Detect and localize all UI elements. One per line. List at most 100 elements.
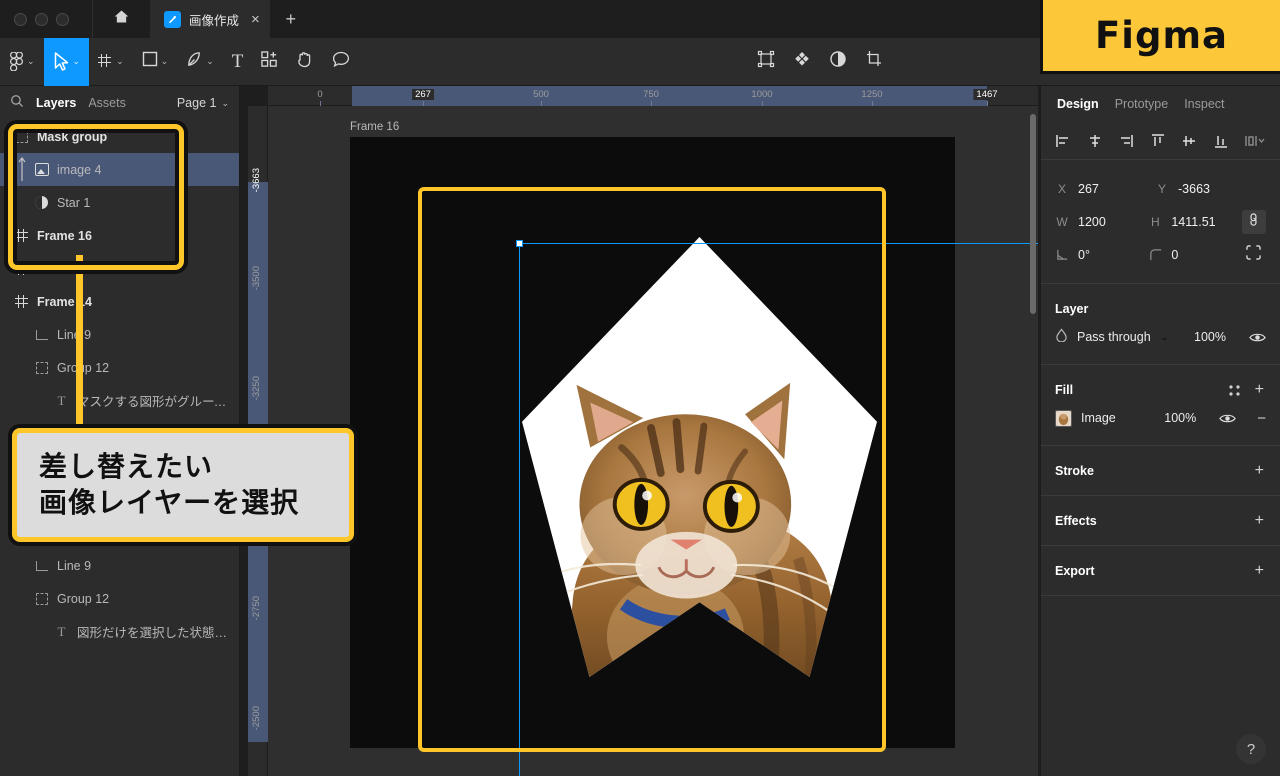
- layer-row[interactable]: T マスクする図形がグループ…: [0, 384, 239, 417]
- blend-mode-value[interactable]: Pass through: [1077, 330, 1151, 344]
- frame-tool-button[interactable]: ⌄: [89, 38, 133, 86]
- image-icon: [34, 162, 49, 177]
- home-button[interactable]: [92, 0, 150, 38]
- y-field[interactable]: Y -3663: [1155, 182, 1255, 196]
- constrain-proportions-button[interactable]: [1241, 209, 1266, 234]
- fill-item-row: Image 100% −: [1055, 403, 1266, 433]
- align-right-icon[interactable]: [1118, 133, 1134, 149]
- layer-row[interactable]: Frame 16: [0, 219, 239, 252]
- corner-radius-icon: [1148, 248, 1162, 261]
- alignment-toolbar: [1041, 122, 1280, 160]
- minimize-window-button[interactable]: [35, 12, 48, 26]
- height-field[interactable]: H 1411.51: [1148, 215, 1241, 229]
- page-selector-label: Page 1: [176, 96, 217, 110]
- rotation-field[interactable]: 0°: [1055, 248, 1148, 262]
- design-canvas[interactable]: Frame 16: [268, 106, 1038, 776]
- star-mask-icon: [34, 195, 49, 210]
- add-effect-button[interactable]: +: [1253, 512, 1266, 529]
- chevron-down-icon: ⌄: [221, 97, 229, 108]
- fill-styles-icon[interactable]: [1228, 384, 1241, 397]
- canvas-scrollbar[interactable]: [1030, 114, 1036, 314]
- chevron-down-icon: ⌄: [27, 56, 35, 66]
- layer-row[interactable]: image 4: [0, 153, 239, 186]
- window-controls: [0, 0, 92, 38]
- layer-row-label: image 4: [57, 162, 102, 177]
- add-export-button[interactable]: +: [1253, 562, 1266, 579]
- corner-radius-field[interactable]: 0: [1148, 248, 1241, 262]
- distribute-more-icon[interactable]: [1244, 133, 1266, 149]
- horizontal-ruler[interactable]: 0 267 500 750 1000 1250 1467: [268, 86, 1038, 106]
- line-icon: [34, 327, 49, 342]
- layer-row-label: Frame 16: [37, 228, 92, 243]
- shape-tool-button[interactable]: ⌄: [133, 38, 178, 86]
- right-sidebar: Design Prototype Inspect X 267 Y -3663 W…: [1040, 86, 1280, 776]
- layer-row[interactable]: Frame 14: [0, 285, 239, 318]
- help-button[interactable]: ?: [1236, 734, 1266, 764]
- close-window-button[interactable]: [14, 12, 27, 26]
- figma-menu-button[interactable]: ⌄: [0, 38, 44, 86]
- line-icon: [34, 558, 49, 573]
- text-tool-button[interactable]: T: [223, 38, 253, 86]
- frame-label[interactable]: Frame 16: [350, 121, 399, 133]
- new-tab-button[interactable]: +: [270, 0, 312, 38]
- align-bottom-icon[interactable]: [1213, 133, 1229, 149]
- plugins-button[interactable]: [784, 38, 820, 86]
- eye-icon[interactable]: [1219, 412, 1237, 425]
- align-horizontal-center-icon[interactable]: [1087, 133, 1103, 149]
- half-circle-icon: [829, 50, 847, 73]
- fill-section: Fill + Image 100% −: [1041, 365, 1280, 446]
- layer-row[interactable]: Group 12: [0, 351, 239, 384]
- contrast-button[interactable]: [820, 38, 856, 86]
- text-icon: T: [231, 50, 244, 72]
- h-label: H: [1151, 214, 1160, 229]
- selection-bounds-button[interactable]: [748, 38, 784, 86]
- chevron-down-icon[interactable]: ⌄: [1161, 332, 1169, 343]
- independent-corners-button[interactable]: [1242, 243, 1266, 267]
- x-value: 267: [1078, 181, 1099, 196]
- x-field[interactable]: X 267: [1055, 182, 1155, 196]
- eye-icon[interactable]: [1249, 331, 1266, 344]
- ruler-tick-h: 500: [533, 89, 549, 100]
- maximize-window-button[interactable]: [56, 12, 69, 26]
- width-field[interactable]: W 1200: [1055, 215, 1148, 229]
- crop-button[interactable]: [856, 38, 892, 86]
- align-top-icon[interactable]: [1150, 133, 1166, 149]
- tab-label: 画像作成: [189, 13, 240, 28]
- close-icon[interactable]: ×: [251, 12, 260, 27]
- ruler-tick-h: 1250: [861, 89, 883, 100]
- figma-file-icon: [164, 10, 181, 28]
- align-left-icon[interactable]: [1055, 133, 1071, 149]
- resources-tool-button[interactable]: [252, 38, 287, 86]
- add-stroke-button[interactable]: +: [1253, 462, 1266, 479]
- tab-prototype[interactable]: Prototype: [1115, 97, 1169, 111]
- remove-fill-button[interactable]: −: [1257, 410, 1266, 427]
- fill-image-thumbnail[interactable]: [1055, 409, 1072, 427]
- layer-opacity-value[interactable]: 100%: [1194, 330, 1226, 344]
- chevron-down-icon: ⌄: [206, 56, 214, 66]
- add-fill-button[interactable]: +: [1253, 382, 1266, 398]
- tab-image-sakusei[interactable]: 画像作成 ×: [150, 0, 270, 38]
- align-vertical-center-icon[interactable]: [1181, 133, 1197, 149]
- fill-opacity-value[interactable]: 100%: [1164, 411, 1196, 425]
- tab-layers[interactable]: Layers: [36, 96, 76, 110]
- layer-row[interactable]: Mask group: [0, 120, 239, 153]
- layer-row[interactable]: Frame 15: [0, 252, 239, 285]
- comment-tool-button[interactable]: [323, 38, 359, 86]
- layer-row[interactable]: Line 9: [0, 549, 239, 582]
- callout-connector-line: [76, 255, 83, 455]
- search-icon[interactable]: [10, 94, 24, 113]
- page-selector[interactable]: Page 1 ⌄: [177, 96, 229, 110]
- layer-row[interactable]: Line 9: [0, 318, 239, 351]
- tab-assets[interactable]: Assets: [88, 96, 126, 110]
- move-tool-button[interactable]: ⌄: [43, 37, 90, 86]
- tab-design[interactable]: Design: [1057, 97, 1099, 111]
- h-value: 1411.51: [1171, 214, 1216, 229]
- tab-inspect[interactable]: Inspect: [1184, 97, 1224, 111]
- ruler-tick-h: 1467: [973, 89, 1001, 100]
- layer-row[interactable]: T 図形だけを選択した状態で…: [0, 615, 239, 648]
- pen-tool-button[interactable]: ⌄: [177, 38, 223, 86]
- layer-row[interactable]: Star 1: [0, 186, 239, 219]
- right-panel-tabs: Design Prototype Inspect: [1041, 86, 1280, 122]
- hand-tool-button[interactable]: [287, 38, 323, 86]
- layer-row[interactable]: Group 12: [0, 582, 239, 615]
